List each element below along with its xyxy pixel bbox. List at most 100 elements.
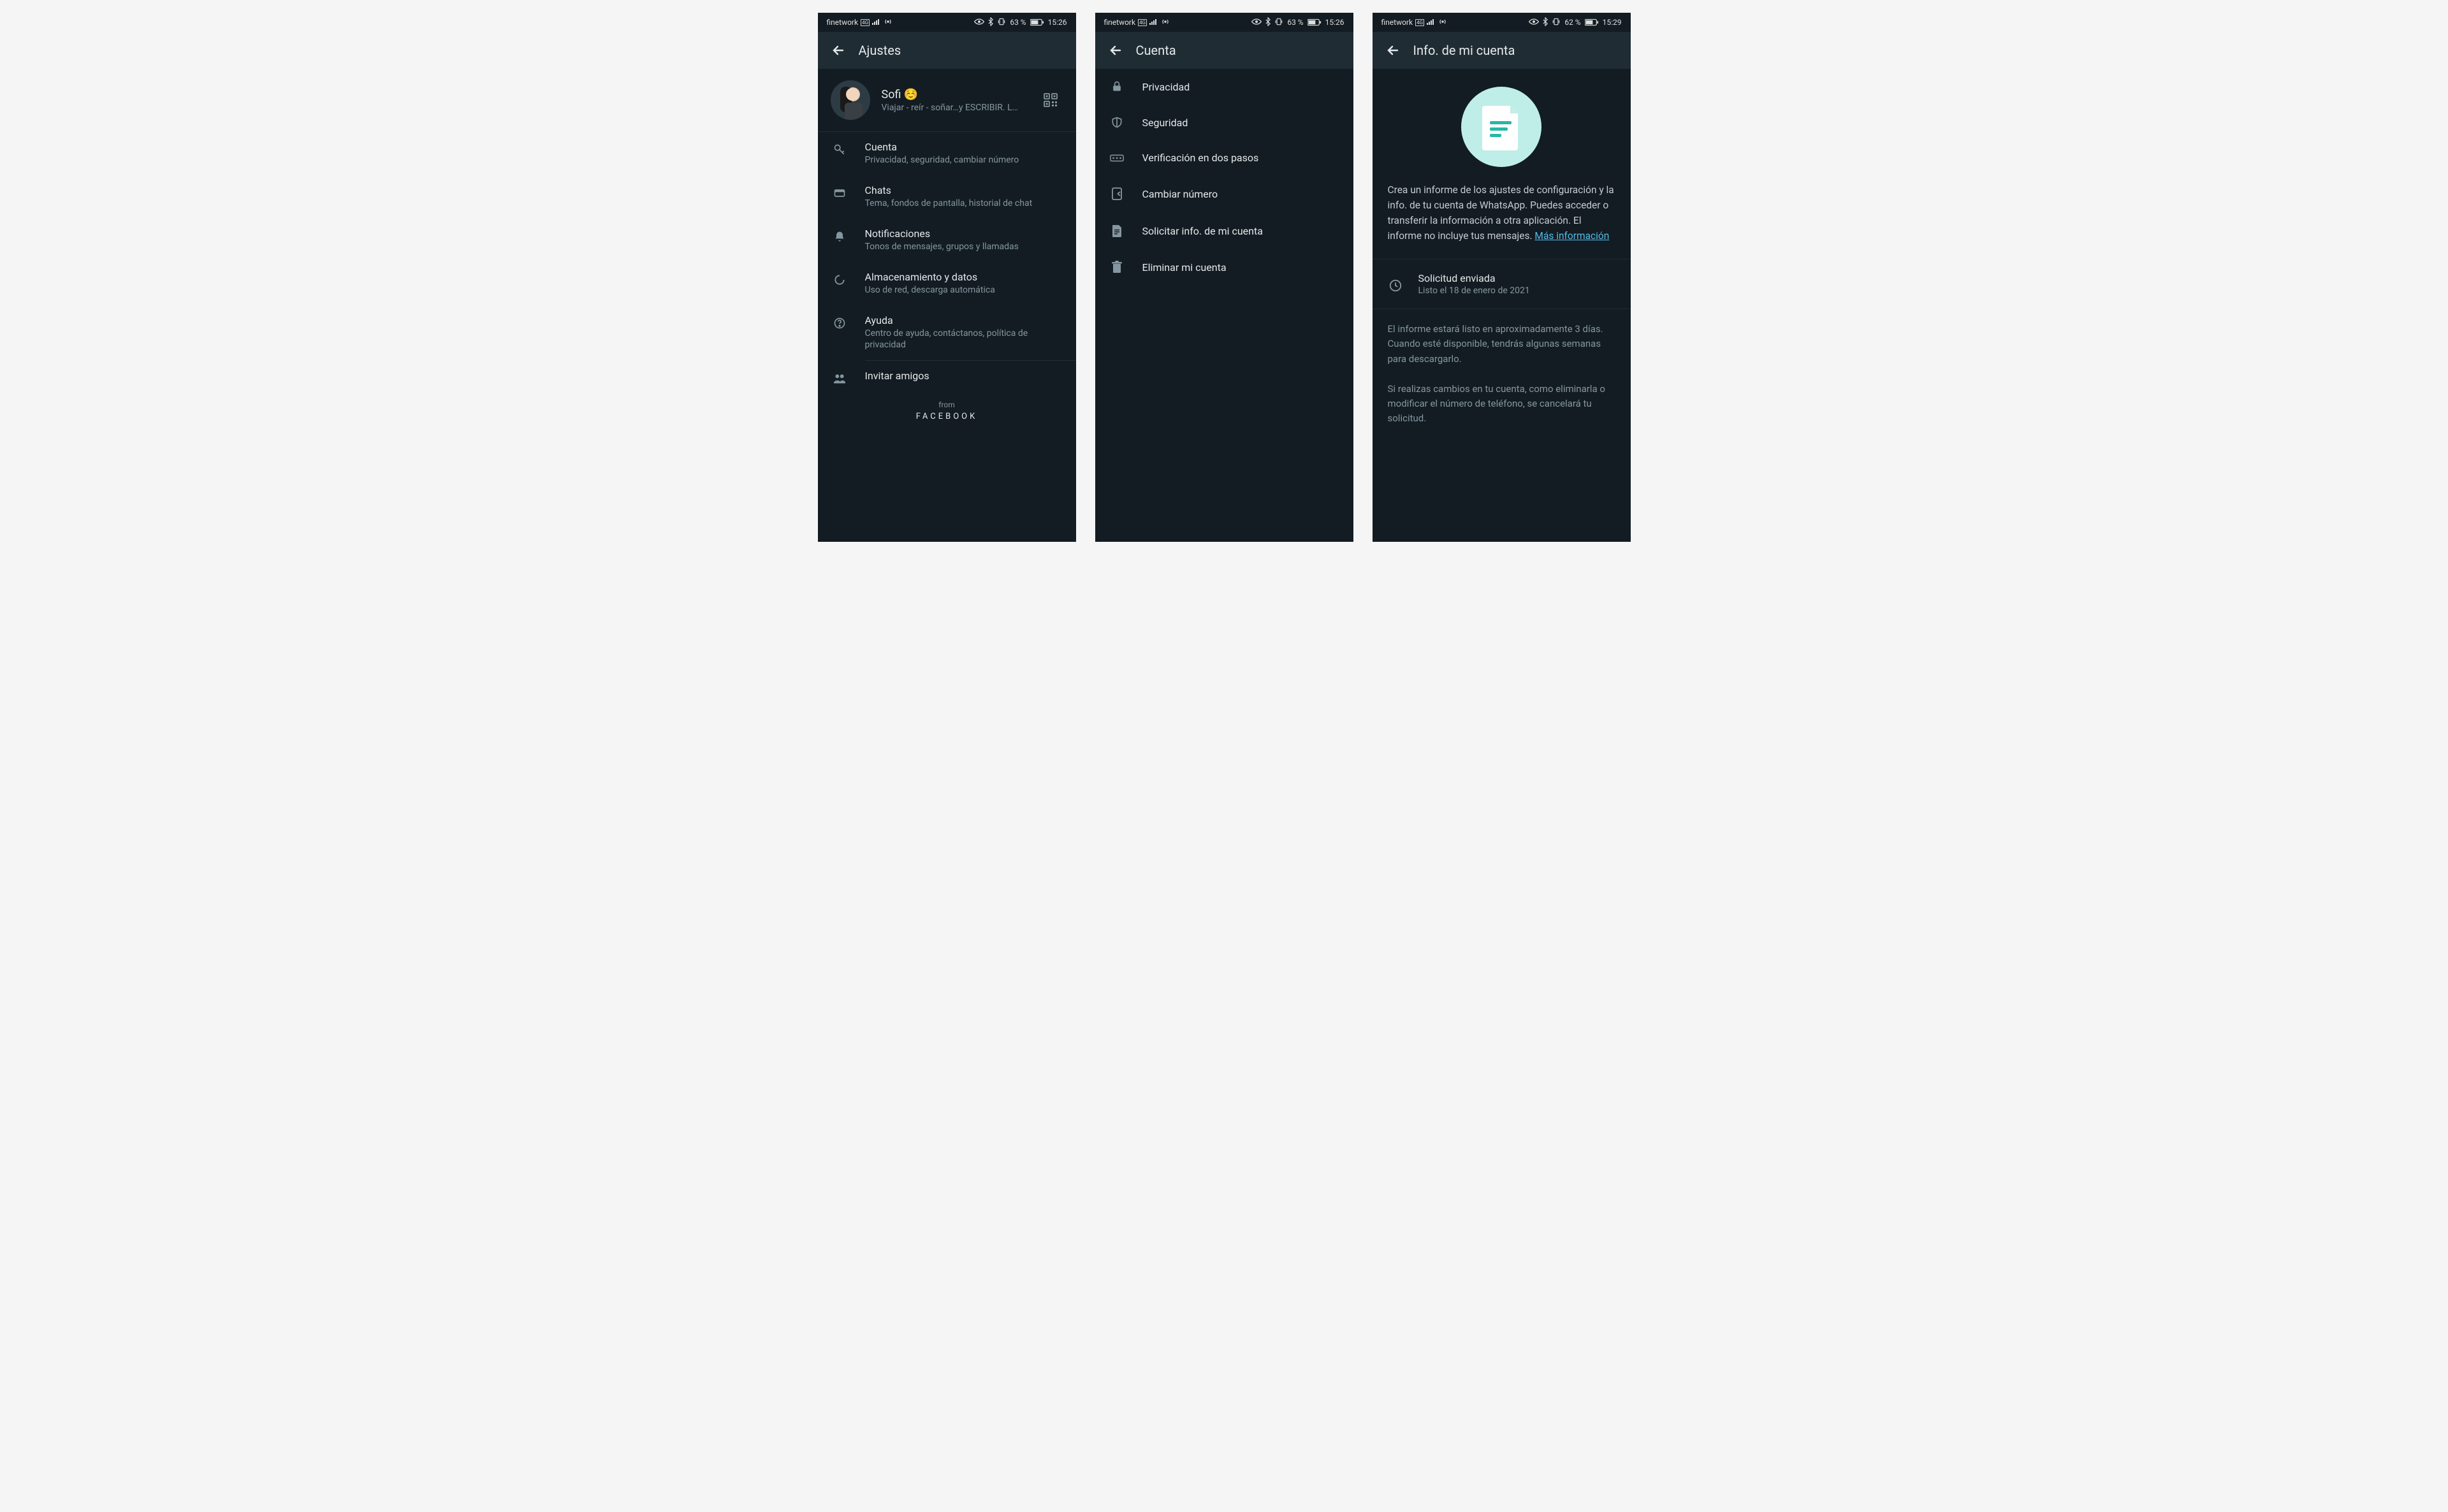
- vibrate-icon: [1552, 17, 1561, 28]
- battery-icon: [1308, 18, 1322, 26]
- profile-status: Viajar - reír - soñar…y ESCRIBIR. L…: [882, 103, 1038, 113]
- shield-icon: [1108, 116, 1126, 129]
- battery-icon: [1030, 18, 1044, 26]
- footer-facebook-label: FACEBOOK: [818, 412, 1076, 421]
- settings-item-account[interactable]: Cuenta Privacidad, seguridad, cambiar nú…: [818, 132, 1076, 175]
- settings-item-notifications[interactable]: Notificaciones Tonos de mensajes, grupos…: [818, 219, 1076, 262]
- settings-item-title: Notificaciones: [865, 228, 1063, 240]
- settings-item-title: Cuenta: [865, 141, 1063, 153]
- page-title: Ajustes: [859, 43, 901, 58]
- chat-icon: [831, 187, 849, 200]
- clock-icon: [1387, 279, 1404, 293]
- bluetooth-icon: [988, 17, 993, 28]
- key-icon: [831, 143, 849, 156]
- list-item-label: Seguridad: [1142, 117, 1188, 129]
- lock-icon: [1108, 80, 1126, 93]
- settings-item-subtitle: Uso de red, descarga automática: [865, 284, 1063, 296]
- data-usage-icon: [831, 273, 849, 286]
- account-item-delete[interactable]: Eliminar mi cuenta: [1095, 249, 1353, 285]
- list-item-label: Privacidad: [1142, 81, 1190, 93]
- eye-icon: [1529, 18, 1539, 27]
- settings-item-subtitle: Tonos de mensajes, grupos y llamadas: [865, 241, 1063, 253]
- footer-from-label: from: [818, 400, 1076, 409]
- carrier-label: finetwork: [827, 18, 859, 27]
- settings-item-title: Ayuda: [865, 314, 1063, 326]
- app-bar: Info. de mi cuenta: [1373, 32, 1631, 69]
- qr-button[interactable]: [1038, 87, 1063, 113]
- help-icon: [831, 317, 849, 330]
- signal-icon: [872, 18, 881, 27]
- net-label: 4G: [1415, 19, 1424, 26]
- sim-swap-icon: [1108, 187, 1126, 201]
- request-status-subtitle: Listo el 18 de enero de 2021: [1418, 286, 1530, 296]
- hotspot-icon: [884, 17, 892, 28]
- settings-screen: finetwork 4G 63 % 15:26 Ajustes: [818, 13, 1076, 542]
- battery-icon: [1585, 18, 1599, 26]
- settings-item-title: Invitar amigos: [865, 370, 1063, 382]
- list-item-label: Cambiar número: [1142, 188, 1218, 200]
- bluetooth-icon: [1265, 17, 1271, 28]
- clock-label: 15:26: [1325, 18, 1344, 27]
- back-button[interactable]: [823, 35, 854, 66]
- settings-item-subtitle: Centro de ayuda, contáctanos, política d…: [865, 328, 1063, 352]
- document-icon: [1108, 224, 1126, 238]
- signal-icon: [1149, 18, 1158, 27]
- battery-pct: 63 %: [1287, 18, 1303, 27]
- status-bar: finetwork 4G 63 % 15:26: [818, 13, 1076, 32]
- app-bar: Cuenta: [1095, 32, 1353, 69]
- settings-item-help[interactable]: Ayuda Centro de ayuda, contáctanos, polí…: [818, 305, 1076, 361]
- status-bar: finetwork 4G 62 % 15:29: [1373, 13, 1631, 32]
- eye-icon: [974, 18, 984, 27]
- battery-pct: 63 %: [1010, 18, 1026, 27]
- pin-icon: [1108, 154, 1126, 163]
- settings-item-invite[interactable]: Invitar amigos: [818, 361, 1076, 394]
- settings-item-title: Chats: [865, 184, 1063, 196]
- list-item-label: Eliminar mi cuenta: [1142, 261, 1227, 273]
- hotspot-icon: [1438, 17, 1447, 28]
- net-label: 4G: [861, 19, 870, 26]
- bluetooth-icon: [1543, 17, 1548, 28]
- clock-label: 15:26: [1048, 18, 1067, 27]
- document-illustration: [1461, 87, 1541, 167]
- more-info-link[interactable]: Más información: [1534, 230, 1609, 242]
- account-item-change-number[interactable]: Cambiar número: [1095, 175, 1353, 212]
- vibrate-icon: [997, 17, 1006, 28]
- settings-item-subtitle: Privacidad, seguridad, cambiar número: [865, 154, 1063, 166]
- settings-item-chats[interactable]: Chats Tema, fondos de pantalla, historia…: [818, 175, 1076, 219]
- trash-icon: [1108, 261, 1126, 273]
- settings-item-subtitle: Tema, fondos de pantalla, historial de c…: [865, 198, 1063, 210]
- profile-row[interactable]: Sofi ☺️ Viajar - reír - soñar…y ESCRIBIR…: [818, 69, 1076, 132]
- carrier-label: finetwork: [1381, 18, 1413, 27]
- info-hero: Crea un informe de los ajustes de config…: [1373, 69, 1631, 259]
- account-item-security[interactable]: Seguridad: [1095, 105, 1353, 140]
- back-button[interactable]: [1100, 35, 1131, 66]
- battery-pct: 62 %: [1564, 18, 1580, 27]
- avatar: [831, 80, 870, 120]
- account-item-request-info[interactable]: Solicitar info. de mi cuenta: [1095, 212, 1353, 249]
- settings-item-storage[interactable]: Almacenamiento y datos Uso de red, desca…: [818, 262, 1076, 305]
- carrier-label: finetwork: [1104, 18, 1136, 27]
- profile-name: Sofi ☺️: [882, 88, 1038, 101]
- info-paragraph-2: Si realizas cambios en tu cuenta, como e…: [1373, 367, 1631, 426]
- eye-icon: [1251, 18, 1262, 27]
- vibrate-icon: [1274, 17, 1283, 28]
- account-screen: finetwork 4G 63 % 15:26 Cuenta Privacida…: [1095, 13, 1353, 542]
- request-status-title: Solicitud enviada: [1418, 272, 1530, 284]
- clock-label: 15:29: [1603, 18, 1622, 27]
- list-item-label: Verificación en dos pasos: [1142, 152, 1259, 164]
- account-item-two-step[interactable]: Verificación en dos pasos: [1095, 140, 1353, 175]
- app-bar: Ajustes: [818, 32, 1076, 69]
- signal-icon: [1427, 18, 1436, 27]
- hotspot-icon: [1161, 17, 1170, 28]
- back-button[interactable]: [1378, 35, 1408, 66]
- info-paragraph-1: El informe estará listo en aproximadamen…: [1373, 309, 1631, 367]
- status-bar: finetwork 4G 63 % 15:26: [1095, 13, 1353, 32]
- list-item-label: Solicitar info. de mi cuenta: [1142, 225, 1263, 237]
- account-item-privacy[interactable]: Privacidad: [1095, 69, 1353, 105]
- settings-item-title: Almacenamiento y datos: [865, 271, 1063, 283]
- page-title: Info. de mi cuenta: [1413, 43, 1515, 58]
- footer: from FACEBOOK: [818, 400, 1076, 421]
- page-title: Cuenta: [1136, 43, 1176, 58]
- request-status-row[interactable]: Solicitud enviada Listo el 18 de enero d…: [1373, 259, 1631, 309]
- net-label: 4G: [1138, 19, 1147, 26]
